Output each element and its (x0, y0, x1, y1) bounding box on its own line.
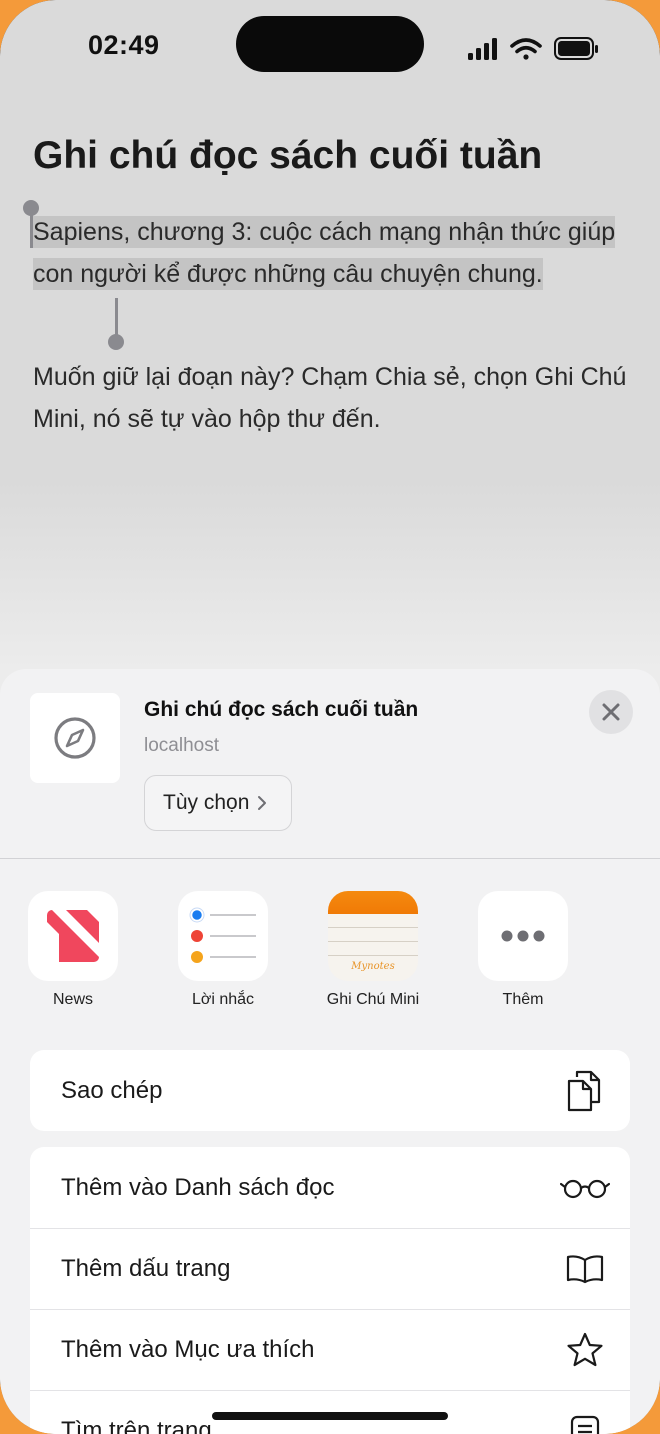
star-icon (567, 1332, 603, 1367)
action-label: Tìm trên trang (61, 1417, 212, 1434)
chevron-right-icon (258, 796, 267, 810)
share-subtitle: localhost (144, 735, 219, 756)
action-copy[interactable]: Sao chép (30, 1050, 630, 1131)
app-reminders[interactable]: Lời nhắc (158, 891, 288, 1009)
share-sheet: Ghi chú đọc sách cuối tuần localhost Tùy… (0, 669, 660, 1434)
app-label-more: Thêm (502, 991, 544, 1008)
device-frame: 02:49 Ghi chú đọc sách cuối tuần Sapiens… (0, 0, 660, 1434)
news-icon (28, 891, 118, 981)
options-button[interactable]: Tùy chọn (144, 775, 292, 831)
more-icon (478, 891, 568, 981)
close-button[interactable] (589, 690, 633, 734)
selection-end-caret (115, 298, 118, 336)
app-label-mini-notes: Ghi Chú Mini (326, 991, 420, 1008)
selection-start-caret (30, 208, 33, 248)
options-label: Tùy chọn (163, 791, 250, 814)
find-icon (570, 1415, 600, 1434)
action-label: Thêm dấu trang (61, 1255, 231, 1282)
action-list: Thêm vào Danh sách đọc Thêm dấu trang Th… (30, 1147, 630, 1434)
page-title: Ghi chú đọc sách cuối tuần (33, 134, 543, 177)
app-more[interactable]: Thêm (458, 891, 588, 1009)
status-icons (468, 37, 598, 60)
copy-icon (567, 1070, 601, 1111)
action-add-bookmark[interactable]: Thêm dấu trang (30, 1228, 630, 1309)
wifi-icon (510, 38, 542, 60)
selection-end-handle[interactable] (108, 334, 124, 350)
app-news[interactable]: News (8, 891, 138, 1009)
page-thumbnail (30, 693, 120, 783)
compass-icon (54, 717, 96, 759)
action-add-reading-list[interactable]: Thêm vào Danh sách đọc (30, 1147, 630, 1228)
divider (0, 858, 660, 859)
dynamic-island (236, 16, 424, 72)
status-bar: 02:49 (0, 0, 660, 96)
action-copy-label: Sao chép (61, 1076, 163, 1104)
close-icon (602, 703, 620, 721)
signal-icon (468, 38, 497, 60)
mini-notes-icon-text: Mynotes (351, 961, 395, 972)
app-mini-notes[interactable]: Mynotes Ghi Chú Mini (308, 891, 438, 1009)
app-label-news: News (52, 991, 93, 1008)
home-indicator[interactable] (212, 1412, 448, 1420)
selected-paragraph[interactable]: Sapiens, chương 3: cuộc cách mạng nhận t… (33, 211, 633, 295)
app-label-reminders: Lời nhắc (191, 991, 255, 1008)
share-title: Ghi chú đọc sách cuối tuần (144, 698, 419, 721)
screen: 02:49 Ghi chú đọc sách cuối tuần Sapiens… (0, 0, 660, 1434)
glasses-icon (560, 1179, 610, 1198)
action-add-favorites[interactable]: Thêm vào Mục ưa thích (30, 1309, 630, 1390)
battery-icon (554, 37, 598, 60)
action-label: Thêm vào Mục ưa thích (61, 1336, 315, 1363)
copy-group: Sao chép (30, 1050, 630, 1131)
status-time: 02:49 (88, 30, 160, 60)
book-icon (566, 1255, 604, 1284)
mini-notes-icon: Mynotes (328, 891, 418, 981)
reminders-icon (178, 891, 268, 981)
text-selection[interactable]: Sapiens, chương 3: cuộc cách mạng nhận t… (33, 216, 616, 290)
action-label: Thêm vào Danh sách đọc (61, 1173, 335, 1201)
paragraph-2: Muốn giữ lại đoạn này? Chạm Chia sẻ, chọ… (33, 363, 627, 433)
